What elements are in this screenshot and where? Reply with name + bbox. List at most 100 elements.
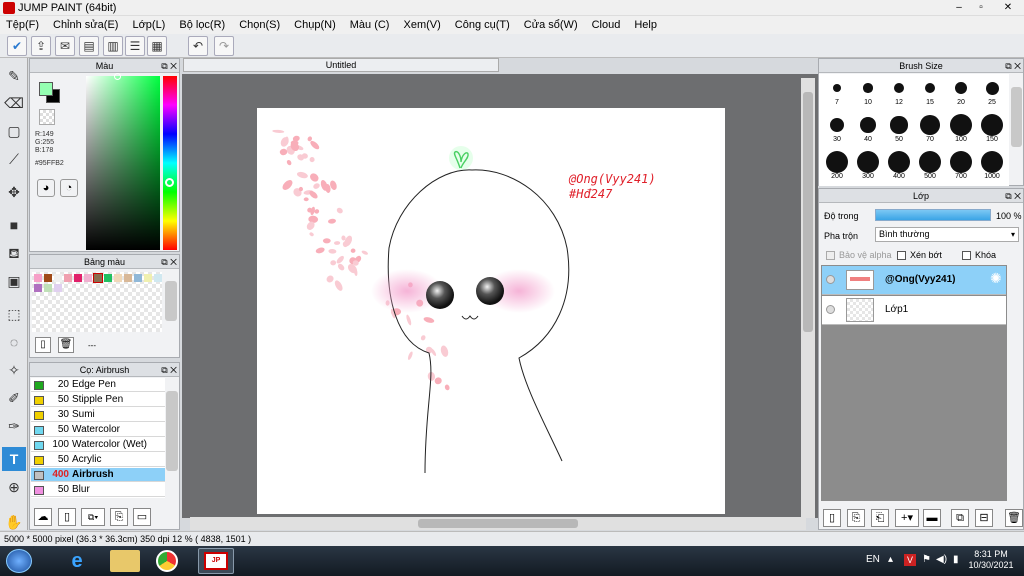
network-icon[interactable]: ▮	[953, 554, 959, 565]
clip-checkbox[interactable]	[897, 251, 906, 260]
brush-size-option[interactable]: 25	[972, 77, 1012, 106]
vertical-scrollbar[interactable]	[801, 78, 815, 518]
brush-row[interactable]: 400Airbrush✺	[31, 468, 165, 482]
menu-cloud[interactable]: Cloud	[592, 19, 621, 31]
color-swatch[interactable]	[124, 274, 132, 282]
redo-icon[interactable]: ↷	[214, 36, 234, 56]
palette-scrollbar[interactable]	[165, 281, 177, 321]
palette-icon[interactable]: ◕	[37, 179, 55, 197]
language-indicator[interactable]: EN	[866, 554, 880, 565]
color-swatch[interactable]	[64, 274, 72, 282]
brush-row[interactable]: 50 Stipple Pen	[31, 393, 165, 407]
select-rect-tool-icon[interactable]: ⬚	[2, 302, 26, 326]
maximize-button[interactable]: ▫	[970, 0, 992, 16]
layer-row[interactable]: Lớp1	[822, 296, 1006, 325]
color-swatch[interactable]	[54, 274, 62, 282]
brush-row[interactable]: 30 Sumi	[31, 408, 165, 422]
document-icon[interactable]: ▥	[103, 36, 123, 56]
clock[interactable]: 8:31 PM 10/30/2021	[966, 549, 1016, 571]
color-swatch[interactable]	[84, 274, 92, 282]
jumppaint-task[interactable]: JP	[198, 548, 234, 574]
chrome-icon[interactable]	[156, 550, 178, 572]
brush-row[interactable]: 20 Edge Pen	[31, 378, 165, 392]
menu-tools[interactable]: Công cụ(T)	[455, 19, 510, 31]
horizontal-scroll-thumb[interactable]	[418, 519, 578, 528]
layer-panel-buttons-icon[interactable]: ⧉ ✕	[1005, 189, 1021, 203]
brush-size-buttons-icon[interactable]: ⧉ ✕	[1005, 59, 1021, 73]
flag-icon[interactable]: ⚑	[922, 554, 931, 565]
pen-tool-icon[interactable]: ✎	[2, 64, 26, 88]
menu-filter[interactable]: Bộ lọc(R)	[179, 19, 225, 31]
select-eraser-tool-icon[interactable]: ✑	[2, 414, 26, 438]
new-layer-icon[interactable]: ▯	[823, 509, 841, 527]
layer-settings-icon[interactable]: ⎗	[871, 509, 889, 527]
brush-row[interactable]: 50 Watercolor	[31, 423, 165, 437]
tray-up-icon[interactable]: ▴	[888, 554, 893, 565]
menu-help[interactable]: Help	[634, 19, 657, 31]
brush-folder-icon[interactable]: ▭	[133, 508, 151, 526]
fill-rect-tool-icon[interactable]: ■	[2, 213, 26, 237]
move-tool-icon[interactable]: ✥	[2, 180, 26, 204]
menu-color[interactable]: Màu (C)	[350, 19, 390, 31]
color-swatch[interactable]	[74, 274, 82, 282]
brush-cloud-icon[interactable]: ☁	[34, 508, 52, 526]
menu-view[interactable]: Xem(V)	[403, 19, 440, 31]
color-swatch[interactable]	[114, 274, 122, 282]
comment-icon[interactable]: ✉	[55, 36, 75, 56]
brush-row[interactable]: 50 Blur	[31, 483, 165, 497]
menu-window[interactable]: Cửa sổ(W)	[524, 19, 578, 31]
panel-icon[interactable]: ▤	[79, 36, 99, 56]
saturation-value-picker[interactable]	[86, 73, 160, 250]
visibility-icon[interactable]	[826, 275, 835, 284]
blend-mode-select[interactable]: Bình thường ▾	[875, 227, 1019, 242]
clear-layer-icon[interactable]: ⊟	[975, 509, 993, 527]
transparent-color[interactable]	[39, 109, 55, 125]
brush-panel-buttons-icon[interactable]: ⧉ ✕	[161, 363, 177, 377]
color-swatch[interactable]	[34, 274, 42, 282]
menu-edit[interactable]: Chỉnh sửa(E)	[53, 19, 118, 31]
minimize-button[interactable]: –	[948, 0, 970, 16]
menu-layer[interactable]: Lớp(L)	[132, 19, 165, 31]
protect-alpha-checkbox[interactable]	[826, 251, 835, 260]
start-button[interactable]	[6, 549, 32, 573]
brush-scrollbar[interactable]	[166, 391, 178, 471]
color-swatch[interactable]	[93, 273, 103, 283]
foreground-color[interactable]	[39, 82, 53, 96]
merge-layer-icon[interactable]: ⧉	[951, 509, 969, 527]
share-icon[interactable]: ⇪	[31, 36, 51, 56]
lasso-tool-icon[interactable]: ◌	[2, 330, 26, 354]
gradient-tool-icon[interactable]: ▣	[2, 269, 26, 293]
menu-file[interactable]: Tệp(F)	[6, 19, 39, 31]
hue-slider[interactable]	[163, 76, 177, 250]
brush-size-option[interactable]: 1000	[972, 151, 1012, 180]
color-swatch[interactable]	[104, 274, 112, 282]
tray-app-icon[interactable]: V	[904, 554, 916, 566]
trash-icon[interactable]: 🗑	[58, 337, 74, 353]
new-swatch-icon[interactable]: ▯	[35, 337, 51, 353]
visibility-icon[interactable]	[826, 305, 835, 314]
menu-capture[interactable]: Chụp(N)	[294, 19, 336, 31]
copy-layer-icon[interactable]: ⎘	[847, 509, 865, 527]
lock-checkbox[interactable]	[962, 251, 971, 260]
text-tool-icon[interactable]: T	[2, 447, 26, 471]
drawing-canvas[interactable]: @Ong(Vyy241) #Hđ247	[257, 108, 725, 514]
ie-icon[interactable]: e	[62, 550, 92, 572]
undo-icon[interactable]: ↶	[188, 36, 208, 56]
line-tool-icon[interactable]: ⟋	[2, 147, 26, 171]
brush-size-option[interactable]: 150	[972, 114, 1012, 143]
color-swatch[interactable]	[154, 274, 162, 282]
layer-row[interactable]: @Ong(Vyy241) ✺	[822, 266, 1006, 295]
check-icon[interactable]: ✔	[7, 36, 27, 56]
color-swatch[interactable]	[134, 274, 142, 282]
color-swatch[interactable]	[44, 284, 52, 292]
rect-select-tool-icon[interactable]: ▢	[2, 119, 26, 143]
select-pen-tool-icon[interactable]: ✐	[2, 386, 26, 410]
panel-buttons-icon[interactable]: ⧉ ✕	[161, 59, 177, 73]
delete-layer-icon[interactable]: 🗑	[1005, 509, 1023, 527]
dropper-tool-icon[interactable]: ⊕	[2, 475, 26, 499]
close-button[interactable]: ✕	[994, 0, 1022, 16]
palette-panel-buttons-icon[interactable]: ⧉ ✕	[161, 255, 177, 269]
list-icon[interactable]: ☰	[125, 36, 145, 56]
brush-row[interactable]: 50 Acrylic	[31, 453, 165, 467]
brush-row[interactable]: 100 Watercolor (Wet)	[31, 438, 165, 452]
